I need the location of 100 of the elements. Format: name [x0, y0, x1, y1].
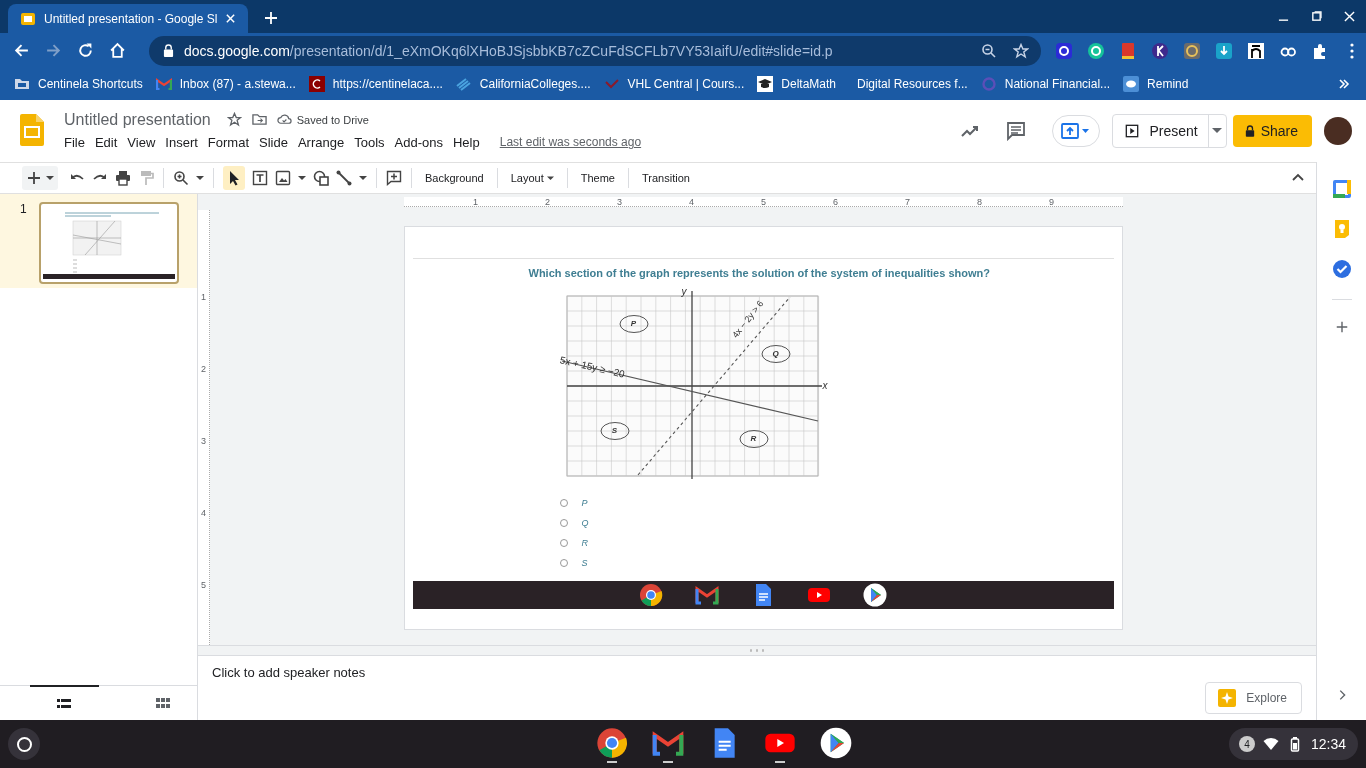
add-comment-icon[interactable]: [386, 170, 402, 186]
extension-icon[interactable]: [1215, 41, 1233, 60]
avatar[interactable]: [1324, 117, 1352, 145]
chat-bubble-icon: [1123, 76, 1140, 92]
comment-icon[interactable]: [1006, 121, 1027, 141]
maximize-icon[interactable]: [1311, 11, 1322, 22]
extension-icon[interactable]: [1055, 41, 1073, 60]
print-icon[interactable]: [115, 170, 131, 186]
ruler-number: 5: [760, 197, 767, 206]
resize-handle[interactable]: [748, 649, 766, 652]
menu-item[interactable]: Add-ons: [389, 132, 448, 152]
text-box-icon[interactable]: [252, 170, 268, 186]
caret-icon[interactable]: [359, 175, 367, 181]
zoom-icon[interactable]: [981, 42, 997, 59]
image-icon[interactable]: [275, 170, 291, 186]
shape-icon[interactable]: [313, 170, 329, 186]
vertical-ruler[interactable]: 1 2 3 4 5: [198, 210, 210, 645]
ruler-number: 1: [200, 291, 207, 304]
calendar-icon[interactable]: [1331, 179, 1352, 199]
caret-icon[interactable]: [196, 175, 204, 181]
new-tab-icon[interactable]: [264, 11, 278, 25]
mail-icon: [155, 76, 172, 92]
speaker-notes-field[interactable]: Click to add speaker notes: [212, 665, 1302, 680]
graduation-cap-icon: [757, 76, 774, 92]
play-icon: [1125, 124, 1140, 138]
ruler-number: 2: [544, 197, 551, 206]
bookmark[interactable]: VHL Central | Cours...: [603, 76, 745, 92]
save-status: Saved to Drive: [296, 113, 369, 126]
region-label: P: [630, 320, 637, 328]
mail-icon: [695, 583, 719, 607]
back-icon[interactable]: [13, 42, 30, 59]
bookmark[interactable]: Digital Resources f...: [849, 77, 968, 91]
zoom-icon[interactable]: [173, 170, 189, 186]
horizontal-ruler[interactable]: 1 2 3 4 5 6 7 8 9: [403, 197, 1123, 207]
menu-item[interactable]: File: [59, 132, 90, 152]
share-button[interactable]: Share: [1232, 115, 1312, 147]
forward-icon[interactable]: [45, 42, 62, 59]
reload-icon[interactable]: [77, 42, 94, 59]
menu-item[interactable]: Tools: [349, 132, 390, 152]
star-icon[interactable]: [226, 112, 242, 127]
slide-number: 1: [20, 202, 27, 218]
explore-button[interactable]: Explore: [1205, 682, 1302, 714]
caret-icon: [546, 175, 554, 181]
toolbar-button[interactable]: Theme: [576, 166, 619, 190]
play-store-icon: [863, 583, 887, 607]
close-icon[interactable]: [1344, 11, 1355, 22]
axis-label: x: [822, 381, 828, 391]
menu-item[interactable]: Format: [202, 132, 254, 152]
region-label: S: [611, 427, 618, 435]
ruler-number: 4: [688, 197, 695, 206]
ruler-number: 5: [200, 579, 207, 592]
caret-icon[interactable]: [298, 175, 306, 181]
plus-icon[interactable]: [1334, 320, 1349, 334]
extension-icon[interactable]: [1087, 41, 1105, 60]
more-bookmarks-icon[interactable]: [1338, 78, 1350, 90]
ruler-number: 8: [976, 197, 983, 206]
toolbar-button[interactable]: Transition: [638, 166, 694, 190]
menu-item[interactable]: Help: [447, 132, 485, 152]
option-label: R: [581, 538, 588, 548]
menu-item[interactable]: View: [122, 132, 161, 152]
home-icon[interactable]: [109, 42, 126, 59]
plus-icon: [26, 170, 42, 186]
last-edit-link[interactable]: Last edit was seconds ago: [499, 135, 642, 149]
menu-item[interactable]: Edit: [89, 132, 123, 152]
menu-item[interactable]: Arrange: [292, 132, 350, 152]
ruler-number: 7: [904, 197, 911, 206]
bookmark[interactable]: Inbox (87) - a.stewa...: [155, 76, 296, 92]
region-label: R: [750, 435, 757, 443]
extension-icon[interactable]: [1151, 41, 1169, 60]
new-slide-button[interactable]: [22, 166, 58, 190]
lock-icon: [163, 44, 174, 57]
bookmark[interactable]: Centinela Shortcuts: [14, 76, 143, 92]
folder-icon: [14, 76, 30, 92]
menu-item[interactable]: Insert: [160, 132, 203, 152]
line-icon[interactable]: [336, 170, 352, 186]
option-label: P: [581, 498, 588, 508]
toolbar-button[interactable]: Background: [421, 166, 488, 190]
bookmark[interactable]: Remind: [1123, 76, 1189, 92]
toolbar-button[interactable]: Layout: [506, 166, 558, 190]
close-icon[interactable]: [225, 13, 236, 24]
bookmark[interactable]: https://centinelaca....: [308, 76, 443, 92]
status-tray[interactable]: 4 12:34: [1228, 728, 1358, 760]
bookmark[interactable]: National Financial...: [980, 76, 1111, 92]
launcher-button[interactable]: [8, 728, 40, 760]
bookmark[interactable]: CaliforniaColleges....: [455, 76, 591, 92]
bookmark[interactable]: DeltaMath: [757, 76, 836, 92]
slide-thumbnail-row[interactable]: 1: [0, 194, 197, 288]
browser-tab[interactable]: Untitled presentation - Google Sl: [8, 4, 248, 33]
select-tool[interactable]: [223, 166, 245, 190]
wifi-icon: [1262, 736, 1279, 752]
ruler-number: 2: [200, 363, 207, 376]
extension-icon[interactable]: [1247, 41, 1265, 60]
folder-icon[interactable]: [251, 112, 267, 127]
menu-item[interactable]: Slide: [254, 132, 293, 152]
tasks-icon[interactable]: [1331, 259, 1352, 279]
address-field[interactable]: docs.google.com/presentation/d/1_eXmOKq6lXHoBJSjsbbKB7cZCuFdSCFLb7VY53IaifU/edit#slide=id.p: [149, 35, 1041, 66]
document-title[interactable]: Untitled presentation: [64, 110, 211, 129]
cloud-icon: [276, 112, 292, 127]
url-text: docs.google.com/presentation/d/1_eXmOKq6lXHoBJSjsbbKB7cZCuFdSCFLb7VY53IaifU/edit#slide=id.p: [184, 42, 834, 59]
slide[interactable]: Which section of the graph represents the solution of the system of inequalities shown? x y 5x + 15y ≥ −20 4x − 2y > 6 P Q R S P Q R S: [403, 226, 1123, 630]
